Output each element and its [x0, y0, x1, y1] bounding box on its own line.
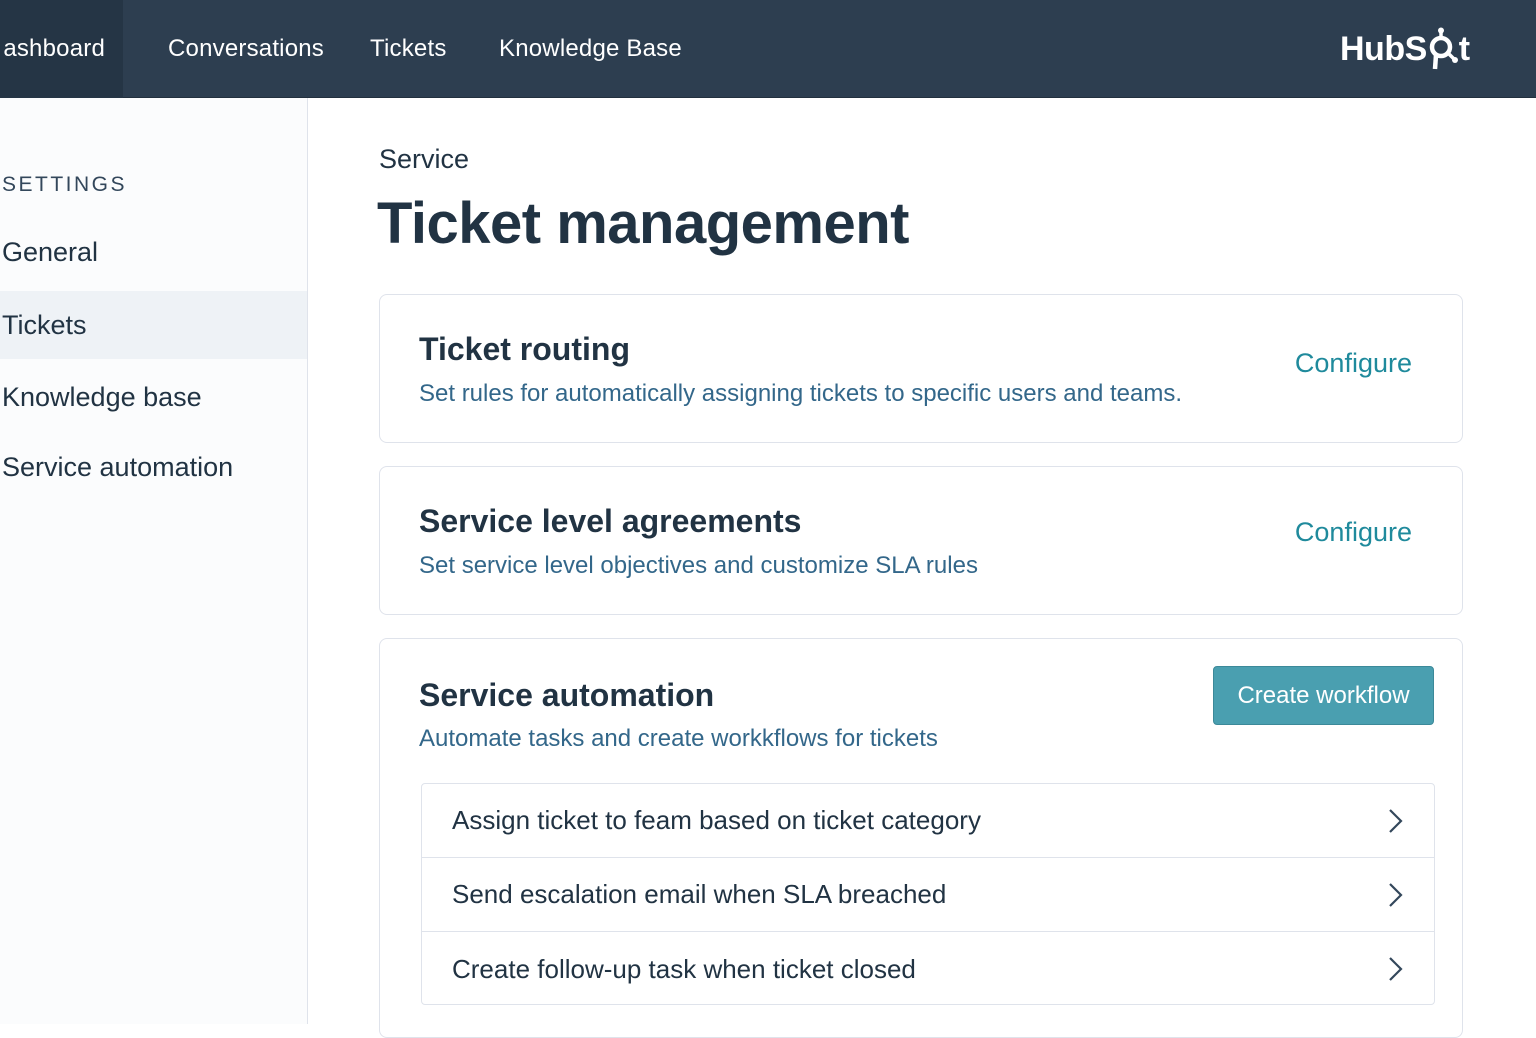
nav-conversations[interactable]: Conversations: [168, 0, 324, 98]
sidebar-item-service-automation[interactable]: Service automation: [0, 433, 307, 501]
page-title: Ticket management: [377, 191, 909, 256]
top-navigation: ashboard Conversations Tickets Knowledge…: [0, 0, 1536, 98]
workflow-row[interactable]: Assign ticket to feam based on ticket ca…: [422, 784, 1434, 858]
workflow-label: Create follow-up task when ticket closed: [452, 953, 916, 984]
settings-sidebar: SETTINGS General Tickets Knowledge base …: [0, 98, 308, 1024]
sidebar-item-general[interactable]: General: [0, 218, 307, 286]
card-title: Service automation: [419, 677, 715, 713]
nav-dashboard[interactable]: ashboard: [0, 0, 123, 98]
service-automation-card: Service automation Automate tasks and cr…: [379, 638, 1463, 1038]
chevron-right-icon: [1389, 883, 1403, 907]
workflow-label: Assign ticket to feam based on ticket ca…: [452, 805, 981, 835]
create-workflow-button[interactable]: Create workflow: [1213, 666, 1434, 725]
configure-sla-link[interactable]: Configure: [1295, 517, 1412, 548]
card-description: Set service level objectives and customi…: [419, 552, 978, 579]
sidebar-item-tickets[interactable]: Tickets: [0, 291, 307, 359]
chevron-right-icon: [1389, 957, 1403, 981]
ticket-routing-card: Ticket routing Set rules for automatical…: [379, 294, 1463, 443]
nav-tickets[interactable]: Tickets: [370, 0, 447, 98]
workflow-row[interactable]: Create follow-up task when ticket closed: [422, 932, 1434, 1004]
configure-routing-link[interactable]: Configure: [1295, 348, 1412, 379]
hubspot-logo[interactable]: HubS t: [1340, 24, 1470, 74]
chevron-right-icon: [1389, 809, 1403, 833]
sla-card: Service level agreements Set service lev…: [379, 466, 1463, 615]
workflow-list: Assign ticket to feam based on ticket ca…: [421, 783, 1435, 1005]
logo-text-right: t: [1458, 29, 1470, 68]
card-title: Ticket routing: [419, 331, 630, 367]
sidebar-item-knowledge-base[interactable]: Knowledge base: [0, 363, 307, 431]
sprocket-icon: [1429, 27, 1458, 70]
nav-knowledge-base[interactable]: Knowledge Base: [499, 0, 682, 98]
card-description: Set rules for automatically assigning ti…: [419, 380, 1183, 407]
card-description: Automate tasks and create workkflows for…: [419, 725, 938, 752]
sidebar-heading: SETTINGS: [2, 173, 128, 196]
card-title: Service level agreements: [419, 503, 802, 539]
breadcrumb: Service: [379, 144, 470, 174]
workflow-row[interactable]: Send escalation email when SLA breached: [422, 858, 1434, 932]
workflow-label: Send escalation email when SLA breached: [452, 879, 947, 909]
logo-text-left: HubS: [1340, 29, 1427, 68]
